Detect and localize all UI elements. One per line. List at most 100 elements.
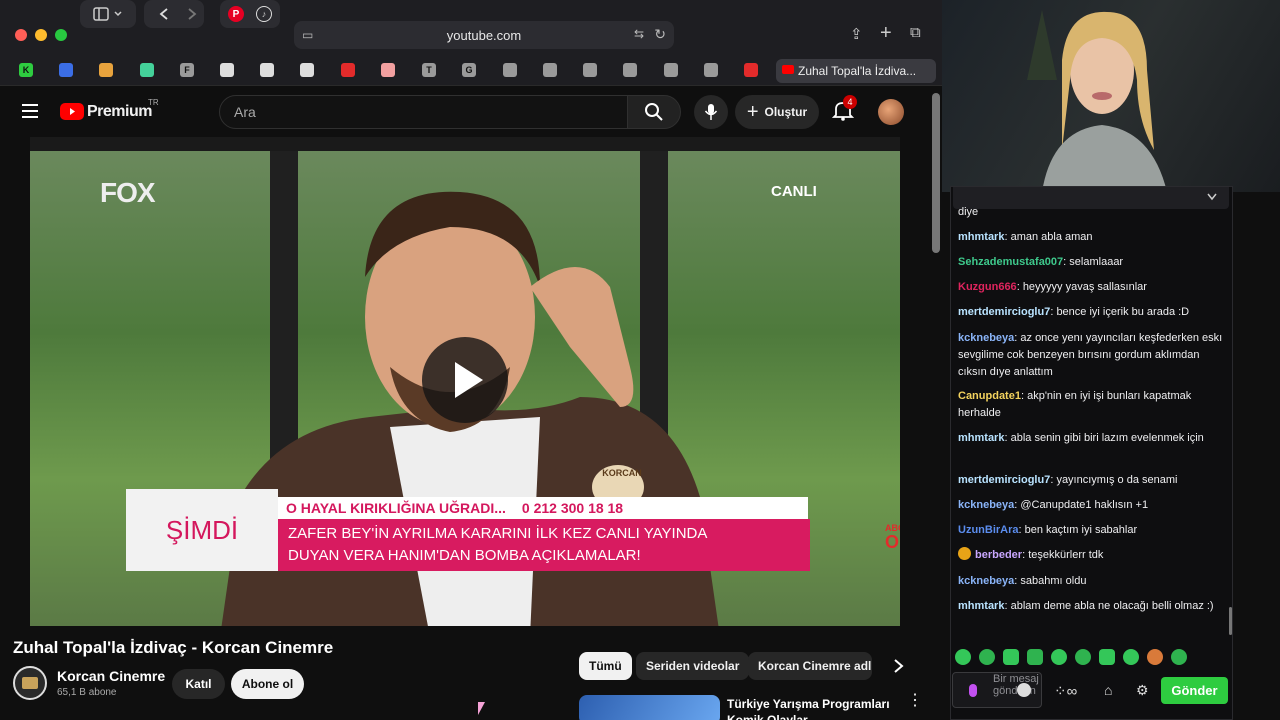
chat-username[interactable]: Sehzademustafa007	[958, 256, 1063, 268]
chat-input[interactable]: Bir mesaj gönderin	[952, 672, 1042, 708]
chips-next-button[interactable]	[884, 652, 912, 680]
chat-username[interactable]: UzunBirAra	[958, 524, 1019, 536]
bookmark-icon[interactable]	[503, 63, 517, 77]
youtube-logo-text[interactable]: Premium	[87, 103, 152, 121]
notifications-button[interactable]: 4	[831, 95, 857, 123]
bookmark-icon[interactable]	[664, 63, 678, 77]
browser-titlebar: P ♪ ▭ youtube.com ⇆ ↻ ⇪ + ⧉	[0, 0, 942, 56]
reload-icon[interactable]: ↻	[654, 26, 666, 43]
subscribe-button[interactable]: Abone ol	[231, 669, 304, 699]
back-icon[interactable]	[159, 8, 168, 20]
bookmark-icon[interactable]	[220, 63, 234, 77]
bookmark-icon[interactable]	[623, 63, 637, 77]
chat-username[interactable]: mhmtark	[958, 432, 1004, 444]
store-icon[interactable]: ⌂	[1104, 682, 1112, 698]
emote-icon[interactable]	[979, 649, 995, 665]
share-icon[interactable]: ⇪	[850, 25, 863, 43]
chat-message: kcknebeya: sabahmı oldu	[958, 575, 1087, 587]
search-button[interactable]	[627, 95, 681, 129]
menu-icon[interactable]	[22, 104, 38, 118]
chat-scrollbar[interactable]	[1229, 607, 1232, 635]
emote-icon[interactable]	[1147, 649, 1163, 665]
new-tab-icon[interactable]: +	[880, 22, 892, 45]
news-lower-third: ŞİMDİ O HAYAL KIRIKLIĞINA UĞRADI... 0 21…	[126, 489, 816, 581]
video-player[interactable]: FOX CANLI KORCAN ŞİMDİ O HAYAL KIRIKLIĞI…	[30, 137, 900, 626]
chat-username[interactable]: Kuzgun666	[958, 281, 1017, 293]
emote-icon[interactable]	[1123, 649, 1139, 665]
bookmark-icon[interactable]	[59, 63, 73, 77]
youtube-bookmark-icon[interactable]	[744, 63, 758, 77]
bookmark-icon[interactable]	[583, 63, 597, 77]
kick-bookmark-icon[interactable]: K	[19, 63, 33, 77]
close-window-button[interactable]	[15, 29, 27, 41]
youtube-bookmark-icon[interactable]	[341, 63, 355, 77]
create-button[interactable]: + Oluştur	[735, 95, 819, 129]
recommended-thumbnail[interactable]	[579, 695, 720, 720]
emote-icon[interactable]	[1003, 649, 1019, 665]
search-placeholder: Ara	[234, 104, 256, 120]
pinterest-icon[interactable]: P	[228, 6, 244, 22]
chat-username[interactable]: berbeder	[975, 549, 1022, 561]
bookmark-f-icon[interactable]: F	[180, 63, 194, 77]
address-bar[interactable]: ▭ youtube.com ⇆ ↻	[294, 21, 674, 49]
join-button[interactable]: Katıl	[172, 669, 225, 699]
chat-username[interactable]: kcknebeya	[958, 332, 1014, 344]
chat-username[interactable]: kcknebeya	[958, 575, 1014, 587]
chat-message: Canupdate1: akp'nin en iyi işi bunları k…	[958, 390, 1192, 419]
page-settings-icon[interactable]: ▭	[302, 28, 313, 42]
microphone-icon[interactable]	[969, 684, 977, 697]
voice-search-button[interactable]	[694, 95, 728, 129]
tab-overview-icon[interactable]: ⧉	[910, 24, 921, 41]
mouse-cursor-icon	[478, 702, 485, 715]
bookmark-icon[interactable]	[260, 63, 274, 77]
avatar[interactable]	[878, 99, 904, 125]
segment-label: ŞİMDİ	[126, 489, 278, 571]
chat-username[interactable]: mertdemircioglu7	[958, 306, 1050, 318]
page-scrollbar[interactable]	[932, 93, 940, 253]
emote-icon[interactable]	[1075, 649, 1091, 665]
bookmark-g-icon[interactable]: G	[462, 63, 476, 77]
translate-icon[interactable]: ⇆	[634, 27, 644, 41]
bookmark-icon[interactable]	[99, 63, 113, 77]
chat-message: diye	[958, 206, 979, 218]
bookmark-t-icon[interactable]: T	[422, 63, 436, 77]
recommended-title[interactable]: Türkiye Yarışma Programları Komik Olayla…	[727, 696, 890, 720]
chat-users-icon[interactable]: ⁘∞	[1054, 682, 1077, 700]
emote-icon[interactable]	[1051, 649, 1067, 665]
chat-username[interactable]: mhmtark	[958, 600, 1004, 612]
headline-line-1: ZAFER BEY'İN AYRILMA KARARINI İLK KEZ CA…	[288, 525, 708, 542]
minimize-window-button[interactable]	[35, 29, 47, 41]
emote-icon[interactable]	[1099, 649, 1115, 665]
bookmark-icon[interactable]	[704, 63, 718, 77]
more-options-icon[interactable]: ⋮	[907, 693, 923, 709]
zoom-window-button[interactable]	[55, 29, 67, 41]
channel-name[interactable]: Korcan Cinemre	[57, 668, 165, 684]
emote-icon[interactable]	[1171, 649, 1187, 665]
chip-channel[interactable]: Korcan Cinemre adlı y	[748, 652, 872, 680]
emote-icon[interactable]	[955, 649, 971, 665]
emote-icon[interactable]	[1027, 649, 1043, 665]
chip-all[interactable]: Tümü	[579, 652, 632, 680]
emoji-icon[interactable]	[1017, 683, 1031, 697]
active-tab[interactable]: Zuhal Topal'la İzdiva...	[776, 59, 936, 83]
chat-username[interactable]: mhmtark	[958, 231, 1004, 243]
forward-icon[interactable]	[188, 8, 197, 20]
chat-username[interactable]: mertdemircioglu7	[958, 474, 1050, 486]
chip-series[interactable]: Seriden videolar	[636, 652, 750, 680]
youtube-logo-icon[interactable]	[60, 103, 84, 120]
chat-username[interactable]: Canupdate1	[958, 390, 1021, 402]
bookmark-icon[interactable]	[381, 63, 395, 77]
bookmark-icon[interactable]	[300, 63, 314, 77]
sidebar-toggle-button[interactable]	[80, 0, 136, 28]
chat-username[interactable]: kcknebeya	[958, 499, 1014, 511]
gear-icon[interactable]: ⚙	[1136, 682, 1149, 699]
bookmark-icon[interactable]	[543, 63, 557, 77]
chat-message: mertdemircioglu7: yayıncıymış o da senam…	[958, 474, 1178, 486]
music-extension-icon[interactable]: ♪	[256, 6, 272, 22]
play-button[interactable]	[422, 337, 508, 423]
search-input[interactable]: Ara	[219, 95, 628, 129]
bookmark-icon[interactable]	[140, 63, 154, 77]
send-button[interactable]: Gönder	[1161, 677, 1228, 704]
channel-avatar[interactable]	[13, 666, 47, 700]
region-code: TR	[148, 98, 159, 107]
